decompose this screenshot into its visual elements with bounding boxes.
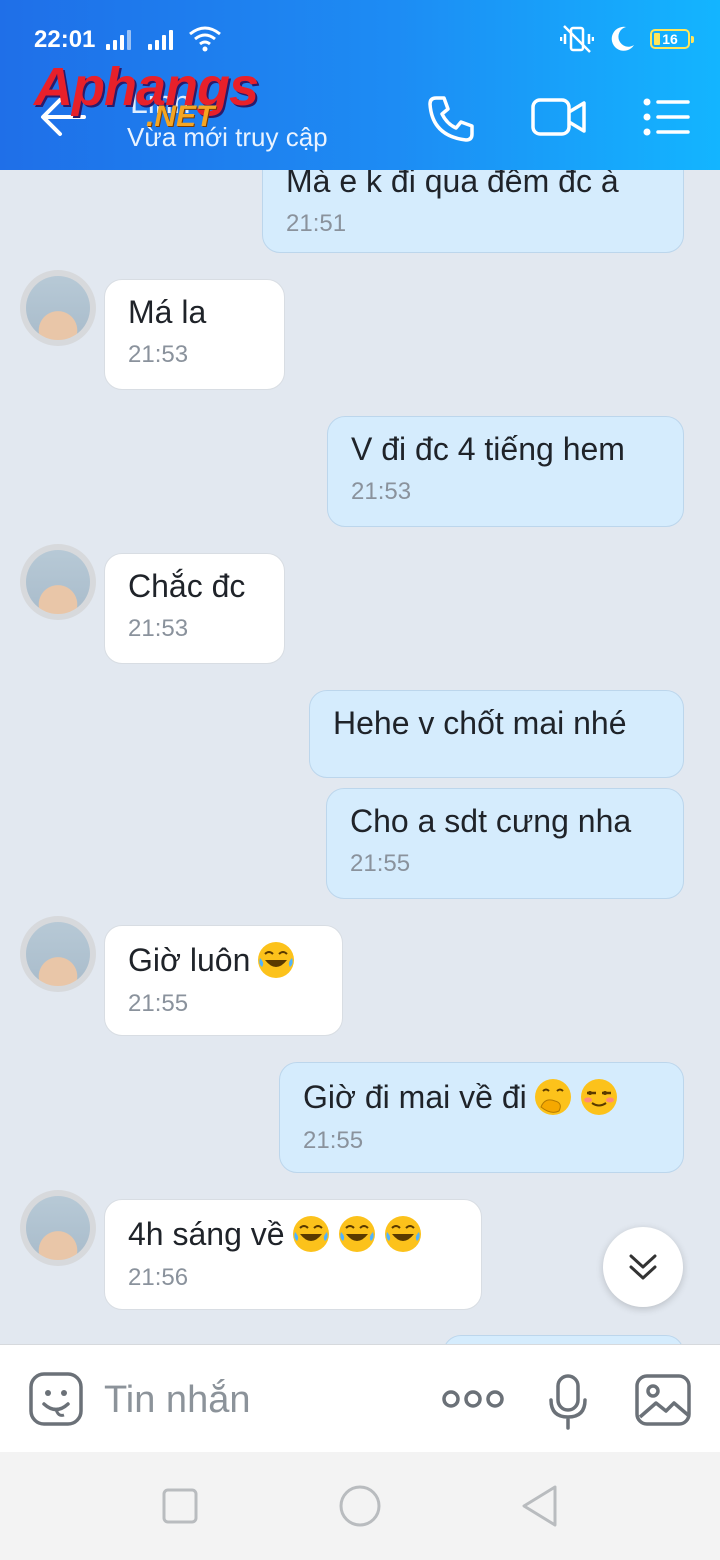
message-time: 21:53 <box>351 478 412 505</box>
laughing-emoji-icon <box>338 1216 375 1252</box>
message-bubble-incoming[interactable]: 4h sáng về 21:56 <box>104 1199 482 1310</box>
system-nav-bar <box>0 1452 720 1560</box>
message-content: Giờ đi mai về đi <box>303 1077 661 1117</box>
message-text: Giờ đi mai về đi <box>303 1078 527 1115</box>
watermark-logo: Aphangs .NET <box>34 56 259 136</box>
scroll-down-icon <box>629 1254 657 1280</box>
status-right: 16 <box>560 24 694 54</box>
message-bubble-incoming[interactable]: Má la 21:53 <box>104 279 285 390</box>
vibrate-off-icon <box>560 25 594 53</box>
message-list[interactable]: Mà e k đi qua đêm đc à 21:51 Má la 21:53… <box>0 170 720 1344</box>
message-text: Hehe v chốt mai nhé <box>333 705 627 741</box>
message-bubble-outgoing[interactable]: V đi đc 4 tiếng hem 21:53 <box>327 416 684 527</box>
message-time: 21:55 <box>303 1127 364 1154</box>
message-bubble-outgoing[interactable]: Giờ đi mai về đi 21:55 <box>279 1062 684 1173</box>
message-time: 21:51 <box>286 210 347 237</box>
message-time: 21:56 <box>128 1264 189 1291</box>
message-text: Giờ luôn <box>128 941 251 978</box>
avatar[interactable] <box>20 1190 96 1266</box>
laughing-emoji-icon <box>384 1216 421 1252</box>
more-options-icon[interactable] <box>442 1389 504 1409</box>
laughing-emoji-icon <box>292 1216 329 1252</box>
avatar[interactable] <box>20 270 96 346</box>
nav-recent-icon[interactable] <box>162 1488 198 1524</box>
message-text: V đi đc 4 tiếng hem <box>351 431 625 467</box>
wifi-icon <box>189 26 221 52</box>
menu-icon[interactable] <box>642 94 690 140</box>
laughing-emoji-icon <box>258 942 295 978</box>
status-time: 22:01 <box>34 26 96 53</box>
hand-over-mouth-emoji-icon <box>534 1079 571 1115</box>
message-bubble-incoming[interactable]: Giờ luôn 21:55 <box>104 925 343 1036</box>
microphone-icon[interactable] <box>548 1373 588 1431</box>
message-input-bar: Tin nhắn <box>0 1344 720 1453</box>
video-call-icon[interactable] <box>530 94 588 140</box>
message-text: 4h sáng về <box>128 1215 285 1252</box>
message-bubble-incoming[interactable]: Chắc đc 21:53 <box>104 553 285 664</box>
chat-header: 22:01 16 Linh Vừa mới truy cập Aphangs .… <box>0 0 720 170</box>
message-time: 21:53 <box>128 615 189 642</box>
message-bubble-outgoing-partial[interactable] <box>443 1335 684 1344</box>
message-time: 21:53 <box>128 341 189 368</box>
battery-level: 16 <box>662 31 678 47</box>
scroll-down-button[interactable] <box>603 1227 683 1307</box>
message-time: 21:55 <box>350 850 411 877</box>
message-text: Cho a sdt cưng nha <box>350 803 632 839</box>
message-bubble-outgoing[interactable]: Mà e k đi qua đêm đc à 21:51 <box>262 170 684 253</box>
battery-indicator: 16 <box>650 29 694 49</box>
moon-icon <box>611 26 634 51</box>
nav-back-icon[interactable] <box>520 1484 560 1528</box>
image-gallery-icon[interactable] <box>634 1373 692 1427</box>
emoji-sticker-icon[interactable] <box>28 1371 84 1427</box>
message-content: Giờ luôn <box>128 940 320 980</box>
message-bubble-outgoing[interactable]: Hehe v chốt mai nhé <box>309 690 684 778</box>
message-time: 21:55 <box>128 990 189 1017</box>
avatar[interactable] <box>20 916 96 992</box>
message-text: Chắc đc <box>128 568 246 604</box>
message-text: Mà e k đi qua đêm đc à <box>286 170 619 199</box>
watermark-sub: .NET <box>146 100 215 133</box>
message-text: Má la <box>128 294 207 330</box>
squint-smile-emoji-icon <box>580 1079 617 1115</box>
message-bubble-outgoing[interactable]: Cho a sdt cưng nha 21:55 <box>326 788 684 899</box>
signal-icon-2 <box>148 28 173 50</box>
phone-icon[interactable] <box>426 94 476 144</box>
message-input[interactable]: Tin nhắn <box>104 1379 250 1422</box>
nav-home-icon[interactable] <box>338 1484 382 1528</box>
message-content: 4h sáng về <box>128 1214 459 1254</box>
avatar[interactable] <box>20 544 96 620</box>
signal-icon <box>106 28 131 50</box>
